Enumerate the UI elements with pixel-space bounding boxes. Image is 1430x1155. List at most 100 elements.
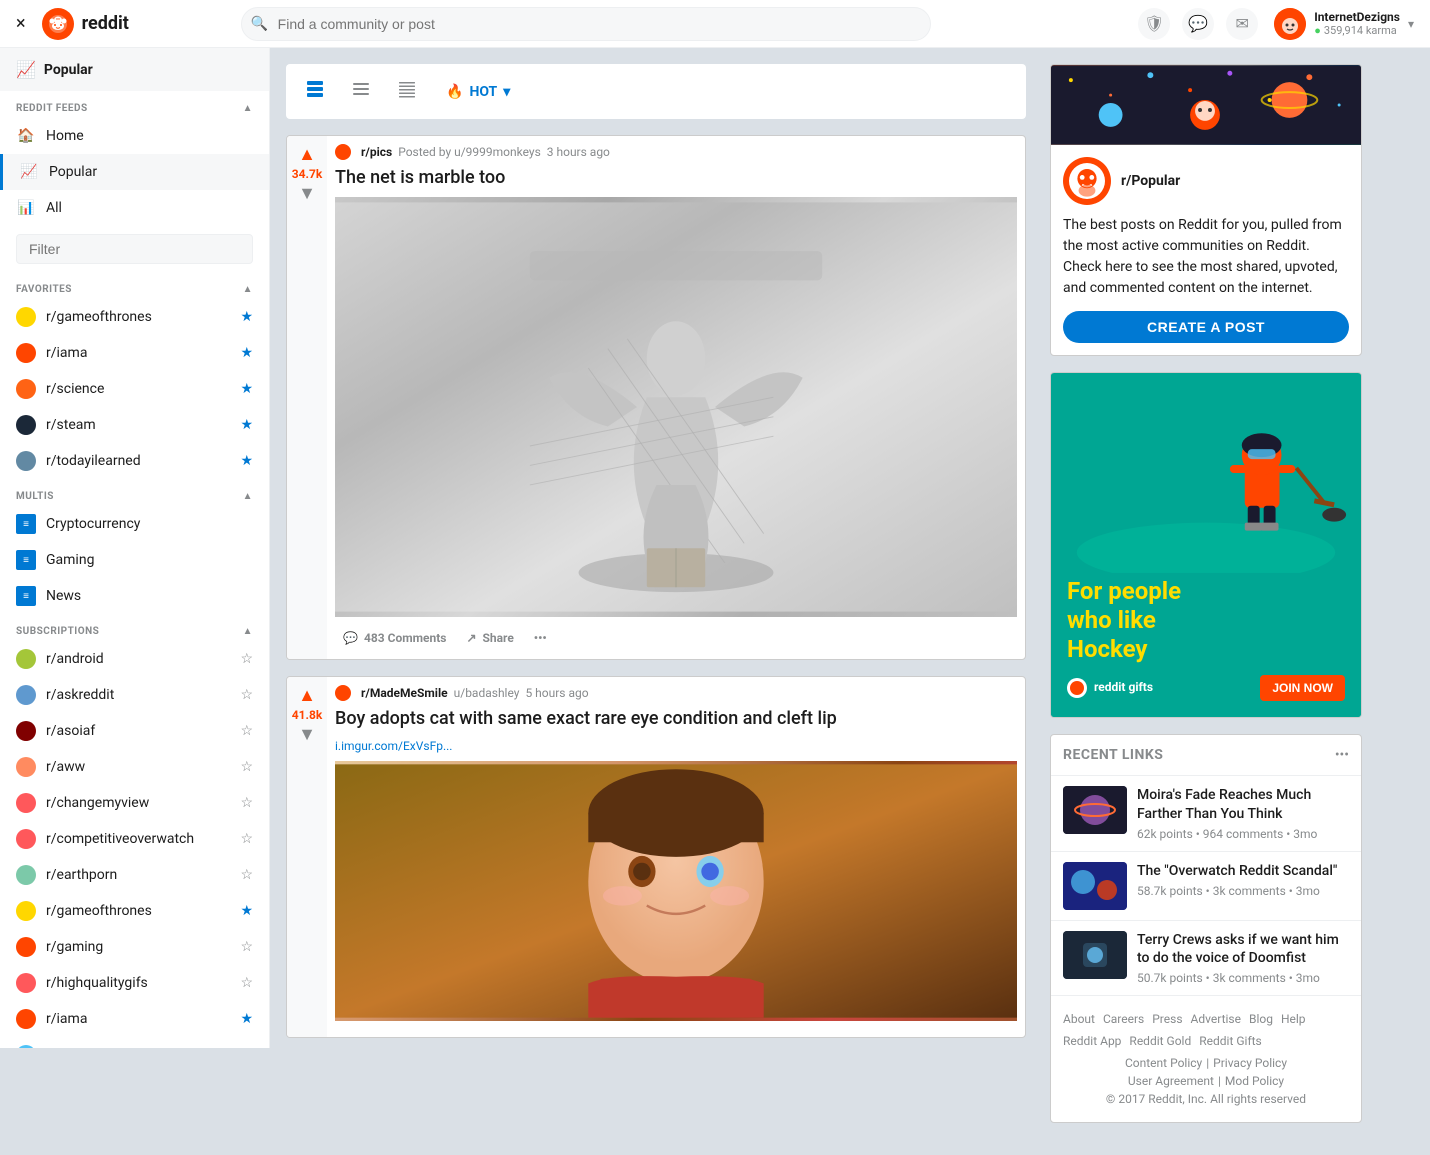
downvote-button[interactable]: ▼ (298, 724, 316, 745)
sidebar-popular-header[interactable]: 📈 Popular (0, 48, 269, 91)
sidebar-item-label: r/changemyview (46, 795, 230, 811)
upvote-button[interactable]: ▲ (298, 685, 316, 706)
post-time: 3 hours ago (547, 145, 610, 159)
sidebar-item-gameofthrones[interactable]: r/gameofthrones ★ (0, 299, 269, 335)
sidebar-item-news[interactable]: ≡ News (0, 578, 269, 614)
star-icon: ☆ (240, 795, 253, 811)
sidebar-item-label: Gaming (46, 552, 253, 568)
star-icon: ★ (240, 1011, 253, 1027)
close-button[interactable]: × (16, 13, 26, 34)
upvote-button[interactable]: ▲ (298, 144, 316, 165)
sidebar-item-label: r/steam (46, 417, 230, 433)
post-subreddit[interactable]: r/MadeMeSmile (361, 686, 448, 700)
list-item[interactable]: The "Overwatch Reddit Scandal" 58.7k poi… (1051, 852, 1361, 921)
filter-input[interactable] (16, 234, 253, 264)
chat-icon[interactable]: 💬 (1182, 8, 1214, 40)
footer-link-advertise[interactable]: Advertise (1191, 1012, 1241, 1026)
create-post-button[interactable]: CREATE A POST (1063, 311, 1349, 343)
sidebar-item-askreddit[interactable]: r/askreddit ☆ (0, 677, 269, 713)
sidebar-item-iama[interactable]: r/iama ★ (0, 335, 269, 371)
sort-button[interactable]: 🔥 HOT ▾ (436, 78, 520, 106)
multis-collapse-icon[interactable]: ▲ (243, 491, 253, 502)
footer-link-app[interactable]: Reddit App (1063, 1034, 1121, 1048)
card-view-button[interactable] (298, 74, 332, 109)
sidebar-item-gaming2[interactable]: r/gaming ☆ (0, 929, 269, 965)
sidebar-item-science[interactable]: r/science ★ (0, 371, 269, 407)
comments-button[interactable]: 💬 483 Comments (335, 625, 454, 651)
share-button[interactable]: ↗ Share (458, 625, 521, 651)
reddit-icon (42, 8, 74, 40)
sidebar-item-highqualitygifs[interactable]: r/highqualitygifs ☆ (0, 965, 269, 1001)
join-now-button[interactable]: JOIN NOW (1260, 675, 1345, 701)
star-icon: ☆ (240, 651, 253, 667)
subscriptions-collapse-icon[interactable]: ▲ (243, 626, 253, 637)
sidebar-item-asoiaf[interactable]: r/asoiaf ☆ (0, 713, 269, 749)
post-image[interactable] (335, 761, 1017, 1021)
sidebar-item-label: r/iama (46, 1011, 230, 1027)
sidebar-item-label: r/competitiveoverwatch (46, 831, 230, 847)
hockey-join-area: reddit gifts JOIN NOW (1067, 675, 1345, 701)
list-item[interactable]: Terry Crews asks if we want him to do th… (1051, 921, 1361, 996)
footer-link-about[interactable]: About (1063, 1012, 1095, 1026)
shield-icon[interactable]: 🛡 (1138, 8, 1170, 40)
compact-view-button[interactable] (390, 74, 424, 109)
favorites-collapse-icon[interactable]: ▲ (243, 284, 253, 295)
user-menu[interactable]: InternetDezigns ● 359,914 karma ▾ (1274, 8, 1414, 40)
footer-content-policy[interactable]: Content Policy (1125, 1056, 1202, 1070)
post-link[interactable]: i.imgur.com/ExVsFp... (335, 739, 1017, 753)
sidebar-item-internetisbeautiful[interactable]: r/internetisbeautiful ☆ (0, 1037, 269, 1048)
sidebar-item-changemyview[interactable]: r/changemyview ☆ (0, 785, 269, 821)
sidebar-item-gaming-multi[interactable]: ≡ Gaming (0, 542, 269, 578)
footer-privacy-policy[interactable]: Privacy Policy (1213, 1056, 1287, 1070)
mail-icon[interactable]: ✉ (1226, 8, 1258, 40)
karma: ● 359,914 karma (1314, 24, 1400, 37)
footer-link-gifts[interactable]: Reddit Gifts (1199, 1034, 1262, 1048)
sidebar-item-popular[interactable]: 📈 Popular (0, 154, 269, 190)
more-button[interactable]: ••• (526, 625, 555, 651)
sidebar-item-iama2[interactable]: r/iama ★ (0, 1001, 269, 1037)
feeds-collapse-icon[interactable]: ▲ (243, 103, 253, 114)
list-view-icon (352, 80, 370, 98)
list-item[interactable]: Moira's Fade Reaches Much Farther Than Y… (1051, 776, 1361, 851)
footer-link-gold[interactable]: Reddit Gold (1129, 1034, 1191, 1048)
sidebar-item-steam[interactable]: r/steam ★ (0, 407, 269, 443)
sidebar-item-label: r/gaming (46, 939, 230, 955)
sidebar-item-label: Home (46, 128, 253, 144)
sidebar-item-earthporn[interactable]: r/earthporn ☆ (0, 857, 269, 893)
vote-count: 34.7k (292, 167, 323, 181)
sidebar-item-label: r/earthporn (46, 867, 230, 883)
sidebar-item-aww[interactable]: r/aww ☆ (0, 749, 269, 785)
sidebar-item-competitiveoverwatch[interactable]: r/competitiveoverwatch ☆ (0, 821, 269, 857)
footer-link-careers[interactable]: Careers (1103, 1012, 1144, 1026)
post-title[interactable]: The net is marble too (335, 166, 1017, 189)
popular-nav-icon: 📈 (19, 162, 39, 182)
list-view-button[interactable] (344, 74, 378, 109)
footer-link-help[interactable]: Help (1281, 1012, 1306, 1026)
sidebar-item-label: r/gameofthrones (46, 903, 230, 919)
link-thumb-svg (1063, 862, 1127, 910)
sidebar-item-label: r/iama (46, 345, 230, 361)
footer: About Careers Press Advertise Blog Help … (1051, 996, 1361, 1122)
sidebar-item-android[interactable]: r/android ☆ (0, 641, 269, 677)
vote-count: 41.8k (292, 708, 323, 722)
sidebar-item-todayilearned[interactable]: r/todayilearned ★ (0, 443, 269, 479)
search-input[interactable] (241, 7, 931, 41)
footer-link-press[interactable]: Press (1152, 1012, 1182, 1026)
footer-mod-policy[interactable]: Mod Policy (1225, 1074, 1284, 1088)
sidebar-item-all[interactable]: 📊 All (0, 190, 269, 226)
subreddit-avatar (16, 685, 36, 705)
multi-icon: ≡ (16, 586, 36, 606)
footer-link-blog[interactable]: Blog (1249, 1012, 1273, 1026)
sidebar-item-cryptocurrency[interactable]: ≡ Cryptocurrency (0, 506, 269, 542)
logo[interactable]: reddit (42, 8, 129, 40)
downvote-button[interactable]: ▼ (298, 183, 316, 204)
post-title[interactable]: Boy adopts cat with same exact rare eye … (335, 707, 1017, 730)
star-icon: ★ (240, 381, 253, 397)
footer-user-agreement[interactable]: User Agreement (1128, 1074, 1214, 1088)
link-info: Moira's Fade Reaches Much Farther Than Y… (1137, 786, 1349, 840)
sidebar-item-home[interactable]: 🏠 Home (0, 118, 269, 154)
sidebar-item-gameofthrones2[interactable]: r/gameofthrones ★ (0, 893, 269, 929)
post-image[interactable] (335, 197, 1017, 617)
post-subreddit[interactable]: r/pics (361, 145, 392, 159)
more-options-button[interactable]: ••• (1335, 747, 1349, 763)
